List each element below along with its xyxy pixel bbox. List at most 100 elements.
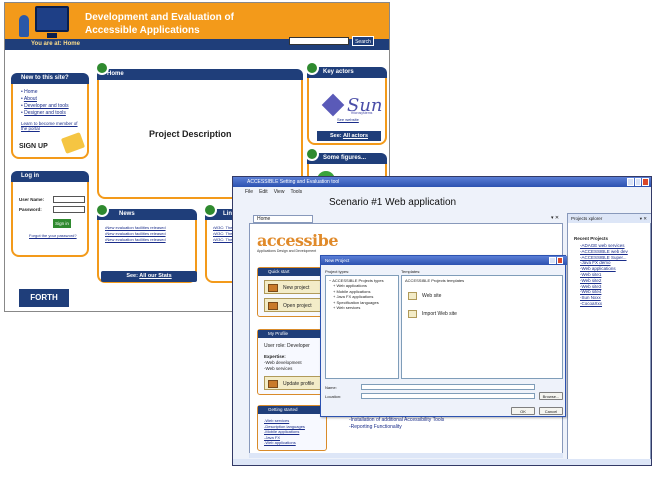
stats-link[interactable]: See: All our Stats [101, 271, 197, 282]
see-all-actors-link[interactable]: See: All actors [317, 131, 381, 141]
list-item[interactable]: •New evaluation facilities released [105, 237, 166, 243]
cancel-button[interactable]: Cancel [539, 407, 563, 415]
search-input[interactable] [289, 37, 349, 45]
ide-titlebar: ACCESSIBLE Setting and Evaluation tool [233, 177, 651, 187]
help-icon[interactable] [549, 257, 556, 264]
getting-started-title: Getting started [258, 406, 326, 414]
menu-edit[interactable]: Edit [259, 187, 268, 197]
list-item[interactable]: • Designer and tools [21, 110, 69, 117]
profile-expertise: Expertise: -Web development -Web service… [264, 354, 302, 371]
my-profile-panel: My Profile User role: Developer Expertis… [257, 329, 327, 395]
browse-button[interactable]: Browse... [539, 392, 563, 400]
see-website-link[interactable]: See website [337, 117, 359, 122]
getting-started-list: -Web services -Description languages -Mo… [264, 418, 305, 446]
forgot-password-link[interactable]: Forgot the your password? [29, 233, 77, 238]
import-web-site-icon [408, 310, 417, 318]
template-web-site[interactable]: Web site [408, 290, 441, 302]
minimize-icon[interactable] [627, 178, 634, 186]
getting-started-panel: Getting started -Web services -Descripti… [257, 405, 327, 451]
status-bar [233, 459, 651, 465]
quick-start-panel: Quick start New project Open project [257, 267, 327, 317]
menu-bar: File Edit View Tools [233, 187, 651, 197]
news-title: News [97, 209, 197, 220]
tree-item[interactable]: + Web services [329, 305, 384, 310]
maximize-icon[interactable] [634, 178, 642, 186]
list-item[interactable]: -Mobile applications [264, 429, 305, 435]
sun-sub: microsystems [351, 111, 373, 115]
recent-projects-list: -ADAGE web services -ACCESSIBLE web dev … [580, 243, 628, 307]
name-label: Name: [325, 385, 337, 390]
search-button[interactable]: Search [352, 36, 374, 46]
list-item[interactable]: • Home [21, 89, 69, 96]
close-icon[interactable] [556, 257, 563, 264]
close-icon[interactable] [642, 178, 650, 186]
username-label: User Name: [19, 197, 45, 202]
dialog-controls [549, 257, 563, 264]
new-to-site-list: • Home • About • Developer and tools • D… [21, 89, 69, 117]
accessible-logo: accessibe [257, 231, 339, 250]
ok-button[interactable]: OK [511, 407, 535, 415]
recent-items-list: -Installation of additional Accessibilit… [349, 417, 444, 431]
site-title-line1: Development and Evaluation of [85, 12, 234, 23]
news-list: •New evaluation facilities released •New… [105, 225, 166, 243]
menu-tools[interactable]: Tools [290, 187, 302, 197]
site-title: Development and Evaluation of Accessible… [85, 11, 285, 37]
list-item[interactable]: • About [21, 96, 69, 103]
templates-label: Templates: [401, 269, 421, 274]
password-label: Password: [19, 207, 42, 212]
sun-logo: Sun microsystems [321, 85, 383, 117]
site-title-line2: Accessible Applications [85, 25, 200, 36]
list-item[interactable]: -ADAGE web services [580, 243, 628, 249]
sun-diamond-icon [321, 93, 345, 117]
list-item[interactable]: -ACCESSIBLE web dev [580, 249, 628, 255]
portal-header: Development and Evaluation of Accessible… [5, 3, 389, 50]
tab-close-icon[interactable]: ▾ ✕ [551, 215, 559, 221]
accessible-logo-sub: Applications Design and Development [257, 249, 317, 253]
key-actors-card: Key actors Sun microsystems See website … [307, 67, 387, 145]
dialog-title: New Project [321, 256, 567, 265]
breadcrumb: You are at: Home [31, 41, 80, 47]
open-project-icon [268, 302, 278, 310]
figures-icon [305, 147, 319, 161]
horizontal-scrollbar[interactable] [249, 453, 563, 458]
new-to-site-card: New to this site? • Home • About • Devel… [11, 73, 89, 159]
list-item[interactable]: -Web applications [264, 440, 305, 446]
template-import-web-site[interactable]: Import Web site [408, 308, 457, 320]
key-actors-title: Key actors [307, 67, 387, 78]
new-project-button[interactable]: New project [264, 280, 324, 294]
my-profile-title: My Profile [258, 330, 326, 338]
project-types-label: Project types: [325, 269, 350, 274]
profile-role: User role: Developer [264, 343, 310, 349]
login-title: Log in [11, 171, 89, 182]
news-icon [95, 203, 109, 217]
login-card: Log in User Name: Password: Sign in Forg… [11, 171, 89, 257]
update-profile-button[interactable]: Update profile [264, 376, 324, 390]
list-item[interactable]: -Installation of additional Accessibilit… [349, 417, 444, 424]
update-profile-icon [268, 380, 278, 388]
window-controls [627, 178, 650, 186]
learn-member-link[interactable]: Learn to become member of the portal [21, 121, 81, 131]
tab-home[interactable]: Home [253, 215, 313, 223]
menu-view[interactable]: View [274, 187, 285, 197]
list-item[interactable]: -Reporting Functionality [349, 424, 444, 431]
project-types-tree: − ACCESSIBLE Projects types + Web applic… [325, 275, 399, 379]
figures-title: Some figures... [307, 153, 387, 164]
open-project-button[interactable]: Open project [264, 298, 324, 312]
new-project-icon [268, 284, 278, 292]
scenario-heading: Scenario #1 Web application [329, 197, 457, 208]
menu-file[interactable]: File [245, 187, 253, 197]
signup-link[interactable]: SIGN UP [19, 143, 48, 150]
location-field[interactable] [361, 393, 535, 399]
list-item[interactable]: • Developer and tools [21, 103, 69, 110]
signin-button[interactable]: Sign in [53, 219, 71, 228]
templates-header: ACCESSIBLE Projects templates [405, 278, 465, 283]
list-item[interactable]: -CocoaXxx [580, 301, 628, 307]
forth-logo: FORTH [19, 289, 69, 307]
name-field[interactable] [361, 384, 535, 390]
password-field[interactable] [53, 206, 85, 213]
projects-close-icon[interactable]: ▾ ✕ [640, 214, 647, 223]
username-field[interactable] [53, 196, 85, 203]
new-project-dialog: New Project Project types: Templates: − … [320, 255, 567, 417]
key-actors-icon [305, 61, 319, 75]
recent-projects-label: Recent Projects [574, 236, 609, 241]
